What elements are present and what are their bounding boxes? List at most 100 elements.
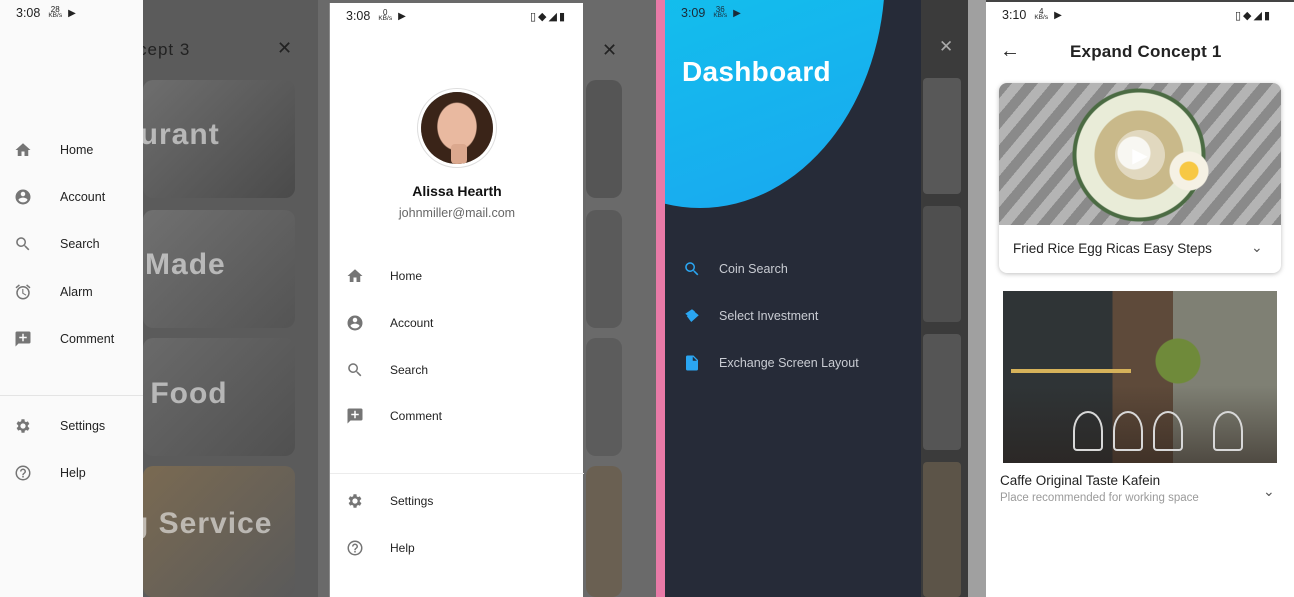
menu-item-label: Comment: [60, 332, 115, 346]
bg-card: [586, 466, 622, 597]
header-shape: [665, 0, 885, 208]
menu-item-settings[interactable]: Settings: [12, 414, 105, 438]
cafe-image: [1003, 291, 1277, 463]
gear-icon: [12, 415, 34, 437]
navigation-drawer: 3:09 36 KB/s ▶ Dashboard Coin Search Sele…: [665, 0, 921, 597]
bg-card-label: t Food: [130, 377, 228, 410]
gear-icon: [344, 490, 366, 512]
status-time: 3:08: [16, 6, 41, 20]
panel-drawer-basic: cept 3 ✕ aurant e Made t Food g Service …: [0, 0, 318, 597]
menu-item-label: Alarm: [60, 285, 93, 299]
menu-item-help[interactable]: Help: [12, 461, 86, 485]
menu-item-label: Comment: [390, 409, 443, 423]
system-icons: ▯◆◢▮: [1234, 9, 1272, 22]
profile-email: johnmiller@mail.com: [398, 206, 516, 220]
chevron-down-icon[interactable]: ⌄: [1251, 239, 1263, 256]
menu-item-comment[interactable]: Comment: [344, 404, 442, 428]
bg-card-label: g Service: [130, 507, 273, 540]
document-icon: [681, 352, 703, 374]
avatar[interactable]: [418, 89, 496, 167]
divider: [0, 395, 143, 396]
menu-item-label: Search: [390, 363, 429, 377]
dimmed-background: [921, 0, 968, 597]
drawer-title: Dashboard: [682, 56, 831, 87]
menu-item-label: Help: [390, 541, 415, 555]
system-icons: ▯◆◢▮: [529, 10, 567, 23]
account-icon: [12, 186, 34, 208]
play-store-icon: ▶: [733, 7, 741, 19]
network-speed: 36 KB/s: [713, 5, 728, 19]
alarm-icon: [12, 281, 34, 303]
close-icon[interactable]: ✕: [939, 37, 953, 57]
comment-icon: [12, 328, 34, 350]
card-title: Fried Rice Egg Ricas Easy Steps: [1013, 241, 1212, 256]
bg-card: [586, 210, 622, 328]
play-icon[interactable]: ▶: [1115, 130, 1165, 180]
card-subtitle: Place recommended for working space: [1000, 492, 1199, 504]
back-arrow-icon[interactable]: ←: [1000, 40, 1020, 63]
page-title: Expand Concept 1: [1070, 42, 1222, 61]
comment-icon: [344, 405, 366, 427]
divider: [330, 473, 584, 474]
menu-item-label: Coin Search: [719, 262, 788, 276]
status-time: 3:09: [681, 6, 706, 20]
menu-item-home[interactable]: Home: [344, 264, 422, 288]
menu-item-label: Select Investment: [719, 309, 819, 323]
status-bar: 3:09 36 KB/s ▶: [665, 0, 921, 26]
edge-strip: [656, 0, 665, 597]
help-icon: [12, 462, 34, 484]
menu-item-help[interactable]: Help: [344, 536, 415, 560]
edge-strip: [968, 0, 986, 597]
status-bar: 3:10 4 KB/s ▶ ▯◆◢▮: [986, 2, 1294, 28]
bg-card: [586, 80, 622, 198]
menu-item-alarm[interactable]: Alarm: [12, 280, 93, 304]
menu-item-settings[interactable]: Settings: [344, 489, 433, 513]
status-time: 3:08: [346, 9, 371, 23]
navigation-drawer: 3:08 28 KB/s ▶ Home Account Search Alarm …: [0, 0, 143, 597]
network-speed: 4 KB/s: [1034, 7, 1049, 21]
search-icon: [344, 359, 366, 381]
play-store-icon: ▶: [1054, 9, 1062, 21]
search-icon: [681, 258, 703, 280]
menu-item-label: Settings: [60, 419, 106, 433]
menu-item-label: Search: [60, 237, 100, 251]
menu-item-account[interactable]: Account: [344, 311, 433, 335]
status-bar: 3:08 0 KB/s ▶ ▯◆◢▮: [330, 3, 583, 29]
menu-item-search[interactable]: Search: [344, 358, 428, 382]
play-store-icon: ▶: [398, 10, 406, 22]
menu-item-select-investment[interactable]: Select Investment: [681, 304, 818, 328]
menu-item-account[interactable]: Account: [12, 185, 105, 209]
menu-item-label: Home: [390, 269, 423, 283]
network-speed: 28 KB/s: [48, 5, 63, 19]
status-bar: 3:08 28 KB/s ▶: [0, 0, 143, 26]
menu-item-coin-search[interactable]: Coin Search: [681, 257, 788, 281]
status-time: 3:10: [1002, 8, 1027, 22]
profile-name: Alissa Hearth: [412, 183, 502, 199]
navigation-drawer: 3:08 0 KB/s ▶ ▯◆◢▮ Alissa Hearth johnmill…: [329, 3, 584, 597]
close-icon[interactable]: ✕: [277, 38, 292, 59]
close-icon[interactable]: ✕: [602, 40, 617, 61]
search-icon: [12, 233, 34, 255]
expandable-card[interactable]: ▶ Fried Rice Egg Ricas Easy Steps ⌄: [999, 83, 1281, 273]
card-title: Caffe Original Taste Kafein: [1000, 473, 1161, 488]
menu-item-comment[interactable]: Comment: [12, 327, 114, 351]
panel-drawer-profile: ✕ 3:08 0 KB/s ▶ ▯◆◢▮ Alissa Hearth johnmi…: [318, 0, 656, 597]
menu-item-exchange-layout[interactable]: Exchange Screen Layout: [681, 351, 859, 375]
panel-drawer-dashboard: ✕ 3:09 36 KB/s ▶ Dashboard Coin Search Se…: [656, 0, 986, 597]
menu-item-label: Help: [60, 466, 86, 480]
bg-page-title: cept 3: [138, 40, 191, 59]
menu-item-label: Account: [60, 190, 106, 204]
network-speed: 0 KB/s: [378, 8, 393, 22]
chevron-down-icon[interactable]: ⌄: [1263, 483, 1275, 500]
bg-card: [586, 338, 622, 456]
home-icon: [12, 139, 34, 161]
panel-expand-concept: 3:10 4 KB/s ▶ ▯◆◢▮ ← Expand Concept 1 ▶ F…: [986, 0, 1294, 597]
menu-item-label: Settings: [390, 494, 434, 508]
play-store-icon: ▶: [68, 7, 76, 19]
menu-item-label: Home: [60, 143, 94, 157]
menu-item-search[interactable]: Search: [12, 232, 100, 256]
help-icon: [344, 537, 366, 559]
menu-item-label: Account: [390, 316, 434, 330]
account-icon: [344, 312, 366, 334]
menu-item-home[interactable]: Home: [12, 138, 93, 162]
